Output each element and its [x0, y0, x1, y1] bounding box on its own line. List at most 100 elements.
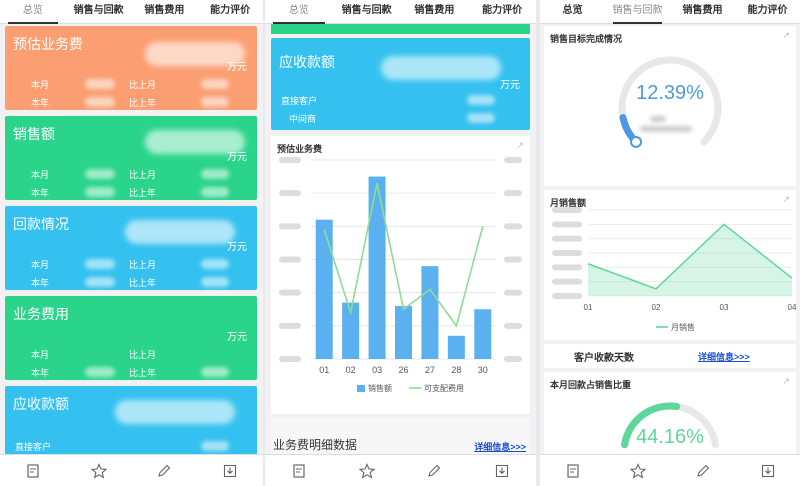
y2-tick-label-blurred	[504, 223, 522, 230]
y-tick-label-blurred	[552, 293, 582, 299]
card-collection[interactable]: 回款情况 万元 本月 比上月 本年 比上年	[5, 206, 257, 290]
tab-sales-expense[interactable]: 销售费用	[401, 0, 469, 23]
card-sales[interactable]: 销售额 万元 本月 比上月 本年 比上年	[5, 116, 257, 200]
tab-sales-collection[interactable]: 销售与回款	[333, 0, 401, 23]
tab-bar: 总览 销售与回款 销售费用 能力评价	[540, 0, 800, 24]
x-tick-label: 04	[788, 303, 796, 312]
tab-bar: 总览 销售与回款 销售费用 能力评价	[265, 0, 536, 24]
x-tick-label: 02	[652, 303, 661, 312]
tab-overview[interactable]: 总览	[540, 0, 605, 23]
row-label: 比上月	[129, 260, 157, 270]
chart-panel-estimated-fee: 预估业务费 ↗ 01 02 03 26 27 28 30 销售额 可支配费用	[271, 136, 530, 414]
tab-sales-collection[interactable]: 销售与回款	[66, 0, 132, 23]
row-label: 比上月	[129, 80, 157, 90]
x-tick-label: 27	[425, 365, 435, 375]
x-tick-label: 26	[398, 365, 408, 375]
row-label: 本年	[31, 98, 50, 108]
expand-icon[interactable]: ↗	[782, 194, 790, 205]
screen-overview: 总览 销售与回款 销售费用 能力评价 预估业务费 万元 本月 比上月 本年 比上…	[0, 0, 263, 486]
gauge-knob	[630, 135, 643, 148]
y2-tick-label-blurred	[504, 157, 522, 163]
pencil-icon[interactable]	[154, 461, 174, 481]
tab-ability-evaluation[interactable]: 能力评价	[468, 0, 536, 23]
card-unit: 万元	[227, 62, 247, 73]
y2-tick-label-blurred	[504, 256, 522, 263]
y-tick-label-blurred	[279, 356, 301, 362]
customer-days-label: 客户收款天数	[574, 353, 634, 364]
row-label: 本月	[31, 80, 50, 90]
document-icon[interactable]	[289, 461, 309, 481]
row-label: 本年	[31, 368, 50, 378]
pencil-icon[interactable]	[693, 461, 713, 481]
download-icon[interactable]	[758, 461, 778, 481]
customer-days-row: 客户收款天数 详细信息>>>	[544, 344, 796, 368]
tab-bar: 总览 销售与回款 销售费用 能力评价	[0, 0, 263, 24]
card-estimated-fee[interactable]: 预估业务费 万元 本月 比上月 本年 比上年	[5, 26, 257, 110]
card-receivables[interactable]: 应收款额 万元 直接客户 中间商	[271, 38, 530, 130]
expand-icon[interactable]: ↗	[516, 140, 524, 151]
card-title: 业务费用	[13, 306, 69, 322]
y2-tick-label-blurred	[504, 190, 522, 197]
tab-overview[interactable]: 总览	[0, 0, 66, 24]
y-tick-label-blurred	[279, 322, 301, 329]
x-tick-label: 03	[720, 303, 729, 312]
y-tick-label-blurred	[279, 190, 301, 197]
card-business-expense[interactable]: 业务费用 万元 本月 比上月 本年 比上年	[5, 296, 257, 380]
card-title: 回款情况	[13, 216, 69, 232]
download-icon[interactable]	[492, 461, 512, 481]
bar	[368, 176, 386, 359]
row-label: 本月	[31, 170, 50, 180]
row-label: 本月	[31, 260, 50, 270]
y-tick-label-blurred	[279, 256, 301, 263]
legend-swatch-bar	[357, 385, 365, 392]
row-label: 比上年	[129, 188, 157, 198]
y2-tick-label-blurred	[504, 289, 522, 296]
row-label: 比上年	[129, 368, 157, 378]
document-icon[interactable]	[563, 461, 583, 481]
tab-overview[interactable]: 总览	[265, 0, 333, 24]
tab-sales-expense[interactable]: 销售费用	[132, 0, 198, 23]
screen-sales-expense: 总览 销售与回款 销售费用 能力评价 应收款额 万元 直接客户 中间商 预估业务…	[265, 0, 536, 486]
legend-label: 月销售	[671, 322, 695, 332]
detail-link[interactable]: 详细信息>>>	[474, 440, 526, 453]
y-tick-label-blurred	[552, 207, 582, 213]
detail-label: 业务费明细数据	[273, 438, 358, 452]
tab-ability-evaluation[interactable]: 能力评价	[735, 0, 800, 23]
download-icon[interactable]	[220, 461, 240, 481]
ratio-value: 44.16%	[636, 426, 704, 448]
tab-sales-expense[interactable]: 销售费用	[670, 0, 735, 23]
bar	[315, 219, 333, 359]
expand-icon[interactable]: ↗	[782, 376, 790, 387]
bar	[447, 335, 465, 359]
legend-label: 可支配费用	[424, 383, 464, 393]
y2-tick-label-blurred	[504, 356, 522, 362]
customer-days-link[interactable]: 详细信息>>>	[698, 350, 750, 363]
gauge-panel-collection-ratio: 本月回款占销售比重 ↗ 44.16%	[544, 372, 796, 456]
tab-ability-evaluation[interactable]: 能力评价	[197, 0, 263, 23]
x-tick-label: 02	[346, 365, 356, 375]
card-title: 应收款额	[279, 54, 335, 70]
monthly-sales-chart: 01 02 03 04 月销售	[552, 207, 796, 332]
document-icon[interactable]	[23, 461, 43, 481]
area-panel-monthly-sales: 月销售额 ↗ 01 02 03 04 月销售	[544, 190, 796, 340]
x-tick-label: 01	[319, 365, 329, 375]
card-unit: 万元	[500, 80, 520, 91]
star-icon[interactable]	[357, 461, 377, 481]
card-title: 预估业务费	[13, 36, 83, 52]
expand-icon[interactable]: ↗	[782, 30, 790, 41]
y-tick-label-blurred	[279, 157, 301, 163]
card-receivables[interactable]: 应收款额 直接客户	[5, 386, 257, 456]
x-tick-label: 30	[478, 365, 488, 375]
tab-sales-collection[interactable]: 销售与回款	[605, 0, 670, 24]
star-icon[interactable]	[628, 461, 648, 481]
y-tick-label-blurred	[552, 235, 582, 242]
detail-row: 业务费明细数据 详细信息>>>	[271, 418, 530, 454]
screen-sales-collection: 总览 销售与回款 销售费用 能力评价 销售目标完成情况 ↗ 12.39% 月销售…	[540, 0, 800, 486]
row-label: 直接客户	[281, 96, 318, 106]
card-unit: 万元	[227, 332, 247, 343]
y-tick-label-blurred	[552, 278, 582, 285]
star-icon[interactable]	[89, 461, 109, 481]
gauge-panel-sales-target: 销售目标完成情况 ↗ 12.39%	[544, 26, 796, 186]
pencil-icon[interactable]	[424, 461, 444, 481]
row-label: 比上年	[129, 278, 157, 288]
